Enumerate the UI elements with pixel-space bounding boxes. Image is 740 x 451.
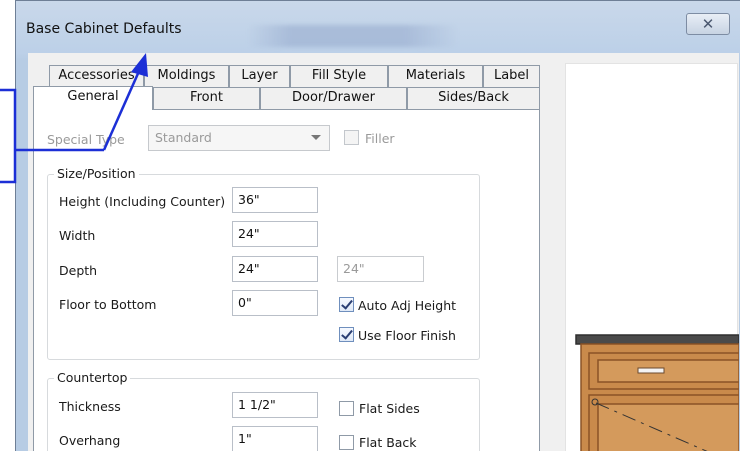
auto-adj-height-label: Auto Adj Height [358,298,457,313]
door-panel-shape [597,403,740,451]
flat-back-label: Flat Back [359,435,417,450]
special-type-label: Special Type [47,132,125,147]
overhang-field[interactable]: 1" [232,426,318,451]
use-floor-finish-label: Use Floor Finish [358,328,456,343]
tab-label: General [67,89,119,104]
drawer-handle-icon [637,367,665,374]
tab-layer[interactable]: Layer [229,65,290,87]
chevron-down-icon [311,135,321,140]
tab-label: Layer [241,68,278,83]
close-icon: ✕ [701,15,715,33]
filler-label: Filler [365,131,395,146]
close-button[interactable]: ✕ [686,13,730,35]
filler-checkbox[interactable] [344,130,359,145]
tab-page-general: Special Type Standard Filler Size/Positi… [33,109,540,451]
use-floor-finish-checkbox[interactable] [339,327,354,342]
tab-sides-back[interactable]: Sides/Back [407,87,540,109]
depth-value: 24" [238,261,260,276]
countertop-shape [575,334,740,345]
tab-accessories[interactable]: Accessories [49,65,144,87]
drawer-panel-shape [597,359,740,383]
thickness-field[interactable]: 1 1/2" [232,392,318,418]
width-label: Width [59,228,96,243]
cabinet-preview [565,63,740,451]
flat-sides-label: Flat Sides [359,401,420,416]
flat-sides-checkbox[interactable] [339,401,354,416]
tab-materials[interactable]: Materials [388,65,483,87]
tab-label: Label [493,68,530,83]
width-value: 24" [238,226,260,241]
title-bar-blur [248,25,458,47]
overhang-value: 1" [238,431,252,446]
height-label: Height (Including Counter) [59,194,226,209]
depth-label: Depth [59,263,98,278]
tab-label: Door/Drawer [292,90,375,105]
tab-label-tab[interactable]: Label [483,65,540,87]
special-type-value: Standard [155,130,212,145]
countertop-legend: Countertop [54,370,131,385]
tab-general[interactable]: General [33,86,153,110]
floor-to-bottom-label: Floor to Bottom [59,297,157,312]
tab-label: Materials [405,68,466,83]
auto-adj-height-checkbox[interactable] [339,297,354,312]
height-value: 36" [238,192,260,207]
flat-back-checkbox[interactable] [339,435,354,450]
floor-to-bottom-field[interactable]: 0" [232,290,318,316]
width-field[interactable]: 24" [232,221,318,247]
title-bar[interactable]: Base Cabinet Defaults ✕ [16,1,740,53]
window-title: Base Cabinet Defaults [26,21,182,37]
depth-secondary-value: 24" [343,261,365,276]
thickness-value: 1 1/2" [238,397,276,412]
depth-secondary-field: 24" [337,256,424,282]
tab-label: Fill Style [311,68,367,83]
tab-label: Accessories [58,68,135,83]
floor-to-bottom-value: 0" [238,295,252,310]
tab-moldings[interactable]: Moldings [144,65,229,87]
dialog-client-area: Accessories Moldings Layer Fill Style Ma… [28,53,740,451]
tab-fill-style[interactable]: Fill Style [290,65,388,87]
tab-label: Sides/Back [438,90,509,105]
dialog-window: Base Cabinet Defaults ✕ Accessories Mold… [15,0,740,451]
size-position-legend: Size/Position [54,166,139,181]
tab-label: Front [190,90,223,105]
cabinet-preview-drawing [575,334,740,451]
annotation-bracket [0,88,17,184]
tab-front[interactable]: Front [153,87,260,109]
tab-door-drawer[interactable]: Door/Drawer [260,87,407,109]
thickness-label: Thickness [59,399,121,414]
special-type-select[interactable]: Standard [148,125,330,151]
height-field[interactable]: 36" [232,187,318,213]
overhang-label: Overhang [59,433,121,448]
depth-field[interactable]: 24" [232,256,318,282]
tab-label: Moldings [157,68,216,83]
